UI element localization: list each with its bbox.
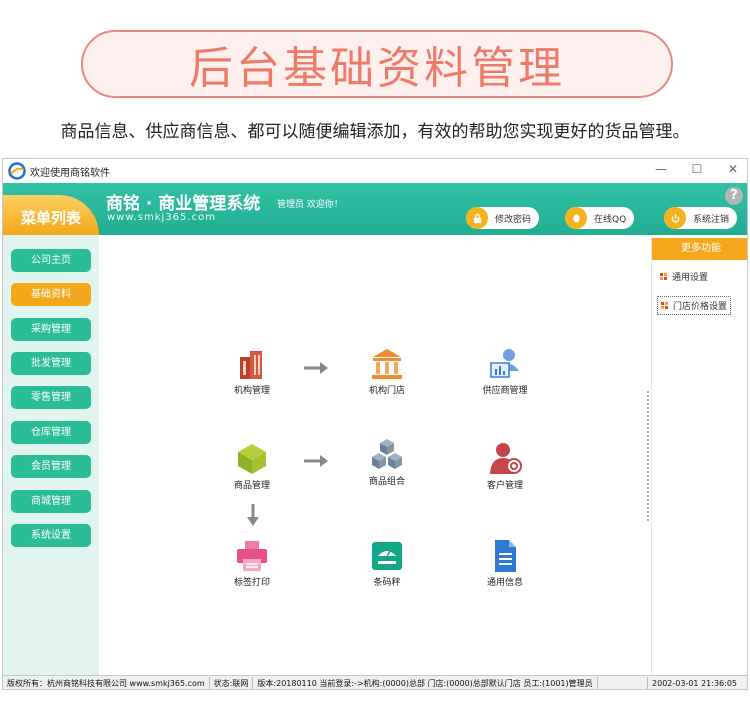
sidebar-item-purchase[interactable]: 采购管理 xyxy=(11,318,91,341)
maximize-icon[interactable]: ☐ xyxy=(689,162,705,176)
sidebar: 公司主页 基础资料 采购管理 批发管理 零售管理 仓库管理 会员管理 商城管理 … xyxy=(3,235,99,675)
status-copyright: 版权所有：杭州商铭科技有限公司 www.smkj365.com xyxy=(3,676,210,689)
node-product-management[interactable]: 商品管理 xyxy=(217,442,287,491)
right-panel: 更多功能 通用设置 门店价格设置 xyxy=(651,235,747,675)
customer-gear-icon xyxy=(487,442,523,476)
node-label: 供应商管理 xyxy=(482,386,528,396)
help-icon[interactable]: ? xyxy=(725,187,743,205)
power-icon xyxy=(664,207,686,229)
window-titlebar: 欢迎使用商铭软件 — ☐ ✕ xyxy=(3,159,747,183)
grid-icon xyxy=(661,302,668,309)
window-title: 欢迎使用商铭软件 xyxy=(30,167,110,179)
sidebar-item-mall[interactable]: 商城管理 xyxy=(11,490,91,513)
sidebar-item-members[interactable]: 会员管理 xyxy=(11,455,91,478)
logout-label: 系统注销 xyxy=(693,214,730,225)
node-label: 标签打印 xyxy=(233,578,270,588)
node-customer-management[interactable]: 客户管理 xyxy=(470,442,540,491)
welcome-text: 管理员 欢迎你！ xyxy=(277,200,343,210)
lock-icon xyxy=(466,207,488,229)
node-label: 客户管理 xyxy=(486,481,523,491)
menu-list-tab[interactable]: 菜单列表 xyxy=(3,183,99,235)
more-functions-header: 更多功能 xyxy=(652,238,747,260)
grid-icon xyxy=(660,273,667,280)
node-label: 商品组合 xyxy=(368,477,405,487)
sidebar-item-company-home[interactable]: 公司主页 xyxy=(11,249,91,272)
system-title: 商铭 · 商业管理系统 xyxy=(106,194,261,214)
sidebar-item-settings[interactable]: 系统设置 xyxy=(11,524,91,547)
status-bar: 版权所有：杭州商铭科技有限公司 www.smkj365.com 状态:联网 版本… xyxy=(3,675,747,689)
sidebar-item-warehouse[interactable]: 仓库管理 xyxy=(11,421,91,444)
qq-icon xyxy=(565,207,587,229)
node-label: 机构管理 xyxy=(233,386,270,396)
node-label: 通用信息 xyxy=(486,578,523,588)
node-org-management[interactable]: 机构管理 xyxy=(217,347,287,396)
system-url: www.smkj365.com xyxy=(107,212,216,223)
banner-subtitle: 商品信息、供应商信息、都可以随便编辑添加，有效的帮助您实现更好的货品管理。 xyxy=(60,122,690,142)
close-icon[interactable]: ✕ xyxy=(725,162,741,176)
arrow-right-icon xyxy=(303,453,329,467)
building-icon xyxy=(234,347,270,381)
arrow-right-icon xyxy=(303,360,329,374)
banner-title-pill: 后台基础资料管理 xyxy=(81,30,673,98)
node-label: 商品管理 xyxy=(233,481,270,491)
store-price-settings-link[interactable]: 门店价格设置 xyxy=(657,296,732,315)
node-supplier-management[interactable]: 供应商管理 xyxy=(470,347,540,396)
sidebar-item-retail[interactable]: 零售管理 xyxy=(11,386,91,409)
node-label: 机构门店 xyxy=(368,386,405,396)
online-qq-label: 在线QQ xyxy=(594,214,627,225)
scale-icon xyxy=(369,539,405,573)
app-logo-icon xyxy=(8,162,26,180)
node-product-combo[interactable]: 商品组合 xyxy=(352,438,422,487)
product-cube-icon xyxy=(234,442,270,476)
minimize-icon[interactable]: — xyxy=(653,162,669,176)
banner-title: 后台基础资料管理 xyxy=(189,43,565,94)
general-settings-label: 通用设置 xyxy=(672,273,709,283)
node-barcode-scale[interactable]: 条码秤 xyxy=(352,539,422,588)
menu-list-label: 菜单列表 xyxy=(20,209,81,227)
cubes-icon xyxy=(369,438,405,472)
workspace: 机构管理 机构门店 供应商管理 商品管理 商品组合 客户管理 标签打印 条码秤 … xyxy=(99,235,651,675)
status-datetime: 2002-03-01 21:36:05 xyxy=(647,676,741,689)
node-org-stores[interactable]: 机构门店 xyxy=(352,347,422,396)
general-settings-link[interactable]: 通用设置 xyxy=(660,270,708,283)
app-window: 欢迎使用商铭软件 — ☐ ✕ 菜单列表 商铭 · 商业管理系统 管理员 欢迎你！… xyxy=(2,158,748,690)
printer-icon xyxy=(234,539,270,573)
change-password-button[interactable]: 修改密码 xyxy=(466,207,540,229)
online-qq-button[interactable]: 在线QQ xyxy=(565,207,635,229)
change-password-label: 修改密码 xyxy=(495,214,532,225)
node-label-print[interactable]: 标签打印 xyxy=(217,539,287,588)
document-icon xyxy=(487,539,523,573)
logout-button[interactable]: 系统注销 xyxy=(664,207,738,229)
arrow-down-icon xyxy=(246,503,260,527)
status-network: 状态:联网 xyxy=(210,676,254,689)
node-general-info[interactable]: 通用信息 xyxy=(470,539,540,588)
bank-icon xyxy=(369,347,405,381)
node-label: 条码秤 xyxy=(373,578,401,588)
store-price-settings-label: 门店价格设置 xyxy=(673,302,728,312)
sidebar-item-basic-data[interactable]: 基础资料 xyxy=(11,283,91,306)
status-version: 版本:20180110 当前登录:->机构:(0000)总部 门店:(0000)… xyxy=(253,676,598,689)
sidebar-item-wholesale[interactable]: 批发管理 xyxy=(11,352,91,375)
panel-splitter[interactable] xyxy=(647,391,650,521)
supplier-icon xyxy=(487,347,523,381)
